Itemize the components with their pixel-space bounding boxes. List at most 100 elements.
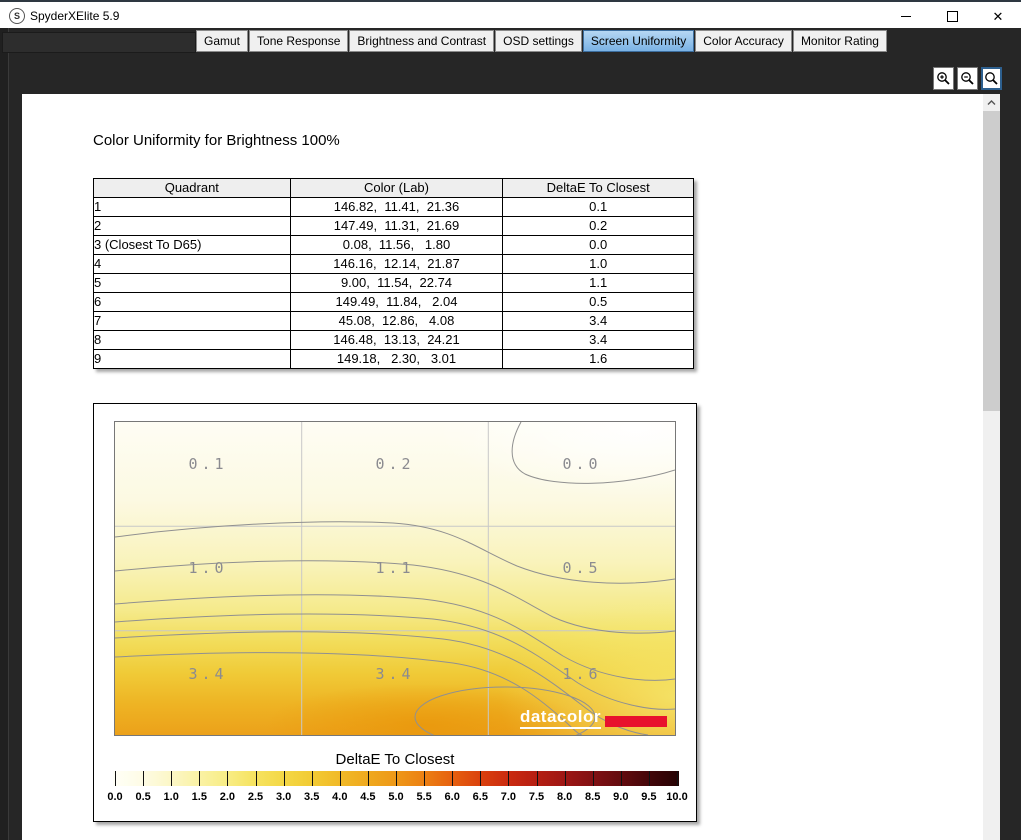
table-row: 4146.16, 12.14, 21.871.0 [94, 255, 694, 274]
colorbar-tick [115, 771, 116, 786]
zoom-out-button[interactable] [957, 67, 978, 90]
zoom-in-icon [936, 71, 951, 86]
colorbar-tick-label: 10.0 [666, 791, 687, 803]
contour-cell-value: 1.1 [375, 559, 414, 577]
tab-bar: GamutTone ResponseBrightness and Contras… [196, 30, 888, 52]
colorbar-tick [480, 771, 481, 786]
chevron-up-icon [987, 100, 996, 105]
window-title: SpyderXElite 5.9 [30, 9, 119, 23]
contour-plot: 0.10.20.01.01.10.53.43.41.6 datacolor [114, 421, 676, 736]
colorbar-tick [368, 771, 369, 786]
table-cell: 147.49, 11.31, 21.69 [290, 217, 503, 236]
tab-osd-settings[interactable]: OSD settings [495, 30, 582, 52]
table-cell: 4 [94, 255, 291, 274]
colorbar-tick-label: 6.5 [473, 791, 488, 803]
table-cell: 146.82, 11.41, 21.36 [290, 198, 503, 217]
table-cell: 1.0 [503, 255, 694, 274]
table-cell: 3 (Closest To D65) [94, 236, 291, 255]
colorbar-tick [649, 771, 650, 786]
colorbar-tick-label: 2.5 [248, 791, 263, 803]
table-cell: 1.6 [503, 350, 694, 369]
scrollbar-thumb[interactable] [983, 111, 1000, 411]
tab-tone-response[interactable]: Tone Response [249, 30, 348, 52]
table-cell: 9.00, 11.54, 22.74 [290, 274, 503, 293]
colorbar-tick-label: 3.5 [304, 791, 319, 803]
colorbar-tick-label: 1.5 [192, 791, 207, 803]
table-cell: 1.1 [503, 274, 694, 293]
colorbar-tick [508, 771, 509, 786]
colorbar-tick-label: 2.0 [220, 791, 235, 803]
table-cell: 3.4 [503, 331, 694, 350]
report-page: Color Uniformity for Brightness 100% Qua… [22, 94, 1000, 840]
colorbar-tick-label: 8.0 [557, 791, 572, 803]
table-cell: 0.1 [503, 198, 694, 217]
tab-gamut[interactable]: Gamut [196, 30, 248, 52]
colorbar-tick [677, 771, 678, 786]
table-cell: 0.5 [503, 293, 694, 312]
table-cell: 9 [94, 350, 291, 369]
colorbar-tick [171, 771, 172, 786]
zoom-toolbar [933, 67, 1002, 90]
table-cell: 2 [94, 217, 291, 236]
column-header: DeltaE To Closest [503, 179, 694, 198]
table-cell: 6 [94, 293, 291, 312]
table-cell: 8 [94, 331, 291, 350]
close-icon: ✕ [993, 10, 1004, 23]
minimize-button[interactable] [883, 2, 929, 30]
contour-cell-value: 0.2 [375, 455, 414, 473]
contour-cell-value: 1.6 [562, 665, 601, 683]
colorbar-title: DeltaE To Closest [94, 751, 696, 768]
tab-monitor-rating[interactable]: Monitor Rating [793, 30, 887, 52]
table-cell: 7 [94, 312, 291, 331]
table-row: 1146.82, 11.41, 21.360.1 [94, 198, 694, 217]
tab-screen-uniformity[interactable]: Screen Uniformity [583, 30, 694, 52]
table-cell: 149.18, 2.30, 3.01 [290, 350, 503, 369]
datacolor-logo-text: datacolor [520, 708, 601, 729]
colorbar-tick-label: 3.0 [276, 791, 291, 803]
colorbar-tick [621, 771, 622, 786]
colorbar-tick [256, 771, 257, 786]
colorbar-tick [537, 771, 538, 786]
scrollbar-up-button[interactable] [983, 94, 1000, 111]
vertical-scrollbar[interactable] [983, 94, 1000, 840]
table-cell: 146.48, 13.13, 24.21 [290, 331, 503, 350]
colorbar-tick-label: 8.5 [585, 791, 600, 803]
app-logo-icon: S [9, 8, 25, 24]
zoom-reset-button[interactable] [981, 67, 1002, 90]
colorbar-tick-label: 5.0 [388, 791, 403, 803]
colorbar-tick-label: 4.0 [332, 791, 347, 803]
colorbar-tick-label: 9.0 [613, 791, 628, 803]
uniformity-table: QuadrantColor (Lab)DeltaE To Closest 114… [93, 178, 694, 369]
colorbar-tick [565, 771, 566, 786]
table-cell: 0.0 [503, 236, 694, 255]
colorbar-tick [340, 771, 341, 786]
colorbar-tick [396, 771, 397, 786]
table-row: 745.08, 12.86, 4.083.4 [94, 312, 694, 331]
table-cell: 0.08, 11.56, 1.80 [290, 236, 503, 255]
window-controls: ✕ [883, 2, 1021, 30]
tab-color-accuracy[interactable]: Color Accuracy [695, 30, 792, 52]
minimize-icon [901, 16, 911, 17]
titlebar: S SpyderXElite 5.9 ✕ [0, 0, 1021, 28]
tab-brightness-and-contrast[interactable]: Brightness and Contrast [349, 30, 494, 52]
zoom-out-icon [960, 71, 975, 86]
table-cell: 1 [94, 198, 291, 217]
close-button[interactable]: ✕ [975, 2, 1021, 30]
colorbar-tick-label: 7.0 [501, 791, 516, 803]
column-header: Quadrant [94, 179, 291, 198]
zoom-in-button[interactable] [933, 67, 954, 90]
table-row: 8146.48, 13.13, 24.213.4 [94, 331, 694, 350]
datacolor-logo: datacolor [520, 708, 667, 729]
colorbar-tick-label: 1.0 [164, 791, 179, 803]
colorbar-tick [143, 771, 144, 786]
contour-cell-value: 0.5 [562, 559, 601, 577]
datacolor-logo-bar [605, 716, 667, 727]
contour-cell-value: 1.0 [188, 559, 227, 577]
colorbar-tick-label: 5.5 [416, 791, 431, 803]
colorbar-tick [284, 771, 285, 786]
table-cell: 0.2 [503, 217, 694, 236]
table-row: 3 (Closest To D65)0.08, 11.56, 1.800.0 [94, 236, 694, 255]
maximize-button[interactable] [929, 2, 975, 30]
table-cell: 5 [94, 274, 291, 293]
colorbar-tick-label: 7.5 [529, 791, 544, 803]
